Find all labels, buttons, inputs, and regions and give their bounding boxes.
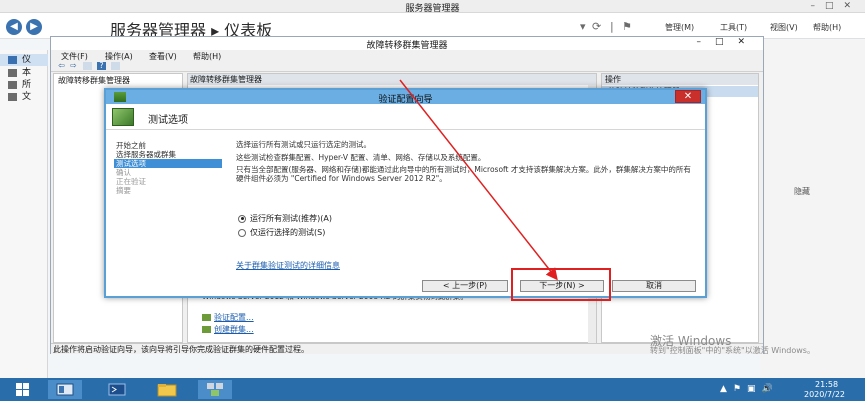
wizard-banner: 测试选项	[106, 104, 705, 130]
menu-view[interactable]: 查看(V)	[149, 51, 177, 62]
server-manager-menu: ▾ ⟳ | ⚑ 管理(M) 工具(T) 视图(V) 帮助(H)	[580, 20, 865, 34]
step-validating: 正在验证	[116, 177, 146, 186]
window-controls[interactable]: –□✕	[810, 1, 861, 11]
sidebar-item-files[interactable]: 文	[0, 91, 48, 103]
sidebar-item-local[interactable]: 本	[0, 67, 48, 79]
radio-unselected-icon	[238, 228, 246, 237]
cancel-button[interactable]: 取消	[612, 280, 696, 292]
menu-manage[interactable]: 管理(M)	[665, 22, 694, 33]
panel-icon[interactable]	[111, 62, 120, 70]
cluster-toolbar: ⇦ ⇨ ?	[51, 62, 763, 72]
sidebar-item-all[interactable]: 所	[0, 79, 48, 91]
center-pane-header: 故障转移群集管理器	[188, 74, 596, 85]
close-icon[interactable]: ✕	[675, 90, 701, 103]
step-confirmation: 确认	[116, 168, 131, 177]
step-select-servers: 选择服务器或群集	[116, 150, 176, 159]
clock-time[interactable]: 21:58	[815, 380, 838, 389]
separator-icon: |	[610, 20, 614, 33]
cluster-icon	[202, 326, 211, 333]
step-before-you-begin: 开始之前	[116, 141, 146, 150]
support-note: 只有当全部配置(服务器、网络和存储)都能通过此向导中的所有测试时，Microso…	[236, 165, 691, 183]
step-summary: 摘要	[116, 186, 131, 195]
taskbar: ▲⚑▣🔊 21:58 2020/7/22	[0, 378, 865, 401]
file-explorer-taskbar-icon[interactable]	[150, 380, 184, 399]
wizard-body: 选择运行所有测试或只运行选定的测试。 这些测试检查群集配置、Hyper-V 配置…	[222, 131, 705, 296]
powershell-taskbar-icon[interactable]	[100, 380, 134, 399]
description-line: 这些测试检查群集配置、Hyper-V 配置、清单、网络、存储以及系统配置。	[236, 153, 486, 162]
back-arrow-icon[interactable]: ⇦	[57, 62, 66, 70]
radio-selected-icon	[238, 214, 246, 223]
validate-icon	[202, 314, 211, 321]
help-icon[interactable]: ?	[97, 62, 106, 70]
sidebar-item-dashboard[interactable]: 仪	[0, 54, 48, 66]
properties-icon[interactable]	[83, 62, 92, 70]
server-manager-right-panel	[760, 40, 865, 378]
menu-view[interactable]: 视图(V)	[770, 22, 798, 33]
server-manager-taskbar-icon[interactable]	[48, 380, 82, 399]
wizard-steps: 开始之前 选择服务器或群集 测试选项 确认 正在验证 摘要	[106, 131, 222, 296]
next-button-highlight	[511, 268, 611, 301]
checklist-icon	[112, 108, 134, 126]
more-info-link[interactable]: 关于群集验证测试的详细信息	[236, 260, 340, 271]
menu-action[interactable]: 操作(A)	[105, 51, 133, 62]
nav-buttons: ◀ ▶	[6, 19, 46, 35]
refresh-icon[interactable]: ⟳	[592, 20, 601, 33]
system-tray-icons[interactable]: ▲⚑▣🔊	[720, 384, 779, 394]
windows-start-icon[interactable]	[6, 380, 40, 399]
radio-run-selected-tests[interactable]: 仅运行选择的测试(S)	[238, 227, 325, 238]
cluster-menubar: 文件(F) 操作(A) 查看(V) 帮助(H)	[51, 51, 763, 62]
cluster-manager-taskbar-icon[interactable]	[198, 380, 232, 399]
forward-arrow-icon[interactable]: ⇨	[69, 62, 78, 70]
create-cluster-link[interactable]: 创建群集...	[202, 324, 254, 335]
tree-item-cluster-manager[interactable]: 故障转移群集管理器	[58, 75, 130, 86]
server-manager-titlebar: 服务器管理器 –□✕	[0, 0, 865, 14]
server-icon	[8, 69, 17, 77]
menu-help[interactable]: 帮助(H)	[193, 51, 221, 62]
previous-button[interactable]: < 上一步(P)	[422, 280, 508, 292]
chevron-down-icon[interactable]: ▾	[580, 20, 586, 33]
cluster-manager-title: 故障转移群集管理器	[366, 41, 448, 51]
wizard-step-title: 测试选项	[148, 115, 188, 126]
activation-watermark-text: 转到"控制面板"中的"系统"以激活 Windows。	[650, 346, 815, 355]
server-manager-sidebar: 仪 本 所 文	[0, 50, 48, 378]
menu-tools[interactable]: 工具(T)	[720, 22, 747, 33]
menu-help[interactable]: 帮助(H)	[813, 22, 841, 33]
step-testing-options: 测试选项	[114, 159, 222, 168]
cluster-window-controls[interactable]: –□✕	[696, 37, 759, 47]
servers-icon	[8, 81, 17, 89]
flag-icon[interactable]: ⚑	[622, 20, 632, 33]
dashboard-icon	[8, 56, 17, 64]
wizard-titlebar: 验证配置向导 ✕	[106, 90, 705, 105]
validate-config-wizard: 验证配置向导 ✕ 测试选项 开始之前 选择服务器或群集 测试选项 确认 正在验证…	[104, 88, 707, 298]
folder-icon	[8, 93, 17, 101]
instruction-line: 选择运行所有测试或只运行选定的测试。	[236, 140, 371, 149]
cluster-manager-titlebar: 故障转移群集管理器 –□✕	[51, 37, 763, 51]
forward-icon[interactable]: ▶	[26, 19, 42, 35]
radio-run-all-tests[interactable]: 运行所有测试(推荐)(A)	[238, 213, 332, 224]
actions-header: 操作	[602, 74, 758, 85]
clock-date[interactable]: 2020/7/22	[804, 390, 845, 399]
hide-link[interactable]: 隐藏	[794, 186, 810, 197]
validate-config-link[interactable]: 验证配置...	[202, 312, 254, 323]
back-icon[interactable]: ◀	[6, 19, 22, 35]
